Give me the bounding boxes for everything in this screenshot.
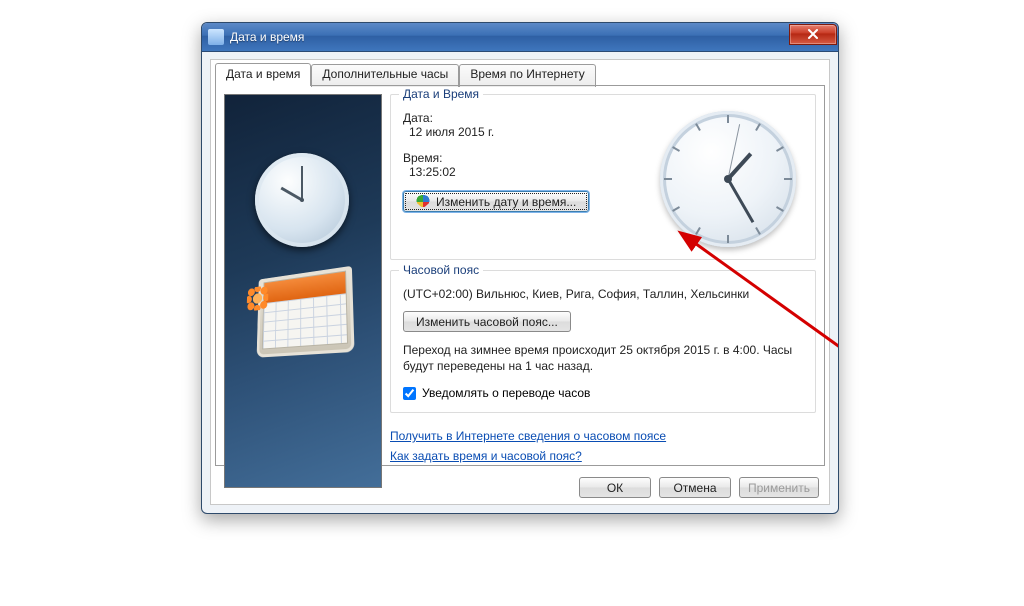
shield-icon xyxy=(416,195,430,209)
close-button[interactable] xyxy=(789,24,837,45)
decorative-clock-icon xyxy=(255,153,349,247)
button-label: Применить xyxy=(748,481,810,495)
group-legend: Часовой пояс xyxy=(399,263,483,277)
decorative-sidebar-image xyxy=(224,94,382,488)
button-label: Изменить дату и время... xyxy=(436,195,576,209)
clock-app-icon xyxy=(208,29,224,45)
link-label: Получить в Интернете сведения о часовом … xyxy=(390,429,666,443)
link-howto[interactable]: Как задать время и часовой пояс? xyxy=(390,449,582,463)
tab-date-time[interactable]: Дата и время xyxy=(215,63,311,86)
notify-dst-label: Уведомлять о переводе часов xyxy=(422,386,590,400)
apply-button[interactable]: Применить xyxy=(739,477,819,498)
client-area: Дата и время Дополнительные часы Время п… xyxy=(210,59,830,505)
group-legend: Дата и Время xyxy=(399,87,483,101)
tab-label: Дата и время xyxy=(226,67,300,81)
link-tz-online[interactable]: Получить в Интернете сведения о часовом … xyxy=(390,429,666,443)
tab-additional-clocks[interactable]: Дополнительные часы xyxy=(311,64,459,87)
date-value: 12 июля 2015 г. xyxy=(409,125,653,139)
change-timezone-button[interactable]: Изменить часовой пояс... xyxy=(403,311,571,332)
timezone-value: (UTC+02:00) Вильнюс, Киев, Рига, София, … xyxy=(403,287,803,301)
close-icon xyxy=(807,29,819,39)
dialog-buttons: ОК Отмена Применить xyxy=(579,477,819,498)
analog-clock xyxy=(660,111,796,247)
link-label: Как задать время и часовой пояс? xyxy=(390,449,582,463)
button-label: ОК xyxy=(607,481,623,495)
ok-button[interactable]: ОК xyxy=(579,477,651,498)
window-title: Дата и время xyxy=(230,30,304,44)
decorative-calendar-icon xyxy=(250,259,363,358)
change-date-time-button[interactable]: Изменить дату и время... xyxy=(403,191,589,212)
button-label: Отмена xyxy=(673,481,716,495)
time-value: 13:25:02 xyxy=(409,165,653,179)
main-content: Дата и Время Дата: 12 июля 2015 г. Время… xyxy=(390,94,816,457)
time-label: Время: xyxy=(403,151,653,165)
tabpage-date-time: Дата и Время Дата: 12 июля 2015 г. Время… xyxy=(215,85,825,466)
titlebar[interactable]: Дата и время xyxy=(202,23,838,52)
date-label: Дата: xyxy=(403,111,653,125)
date-time-window: Дата и время Дата и время Дополнительные… xyxy=(201,22,839,514)
tab-label: Дополнительные часы xyxy=(322,67,448,81)
tab-internet-time[interactable]: Время по Интернету xyxy=(459,64,595,87)
dst-info-text: Переход на зимнее время происходит 25 ок… xyxy=(403,342,803,374)
group-date-time: Дата и Время Дата: 12 июля 2015 г. Время… xyxy=(390,94,816,260)
tabstrip: Дата и время Дополнительные часы Время п… xyxy=(211,60,829,86)
group-timezone: Часовой пояс (UTC+02:00) Вильнюс, Киев, … xyxy=(390,270,816,413)
notify-dst-checkbox[interactable] xyxy=(403,387,416,400)
button-label: Изменить часовой пояс... xyxy=(416,315,558,329)
tab-label: Время по Интернету xyxy=(470,67,584,81)
cancel-button[interactable]: Отмена xyxy=(659,477,731,498)
